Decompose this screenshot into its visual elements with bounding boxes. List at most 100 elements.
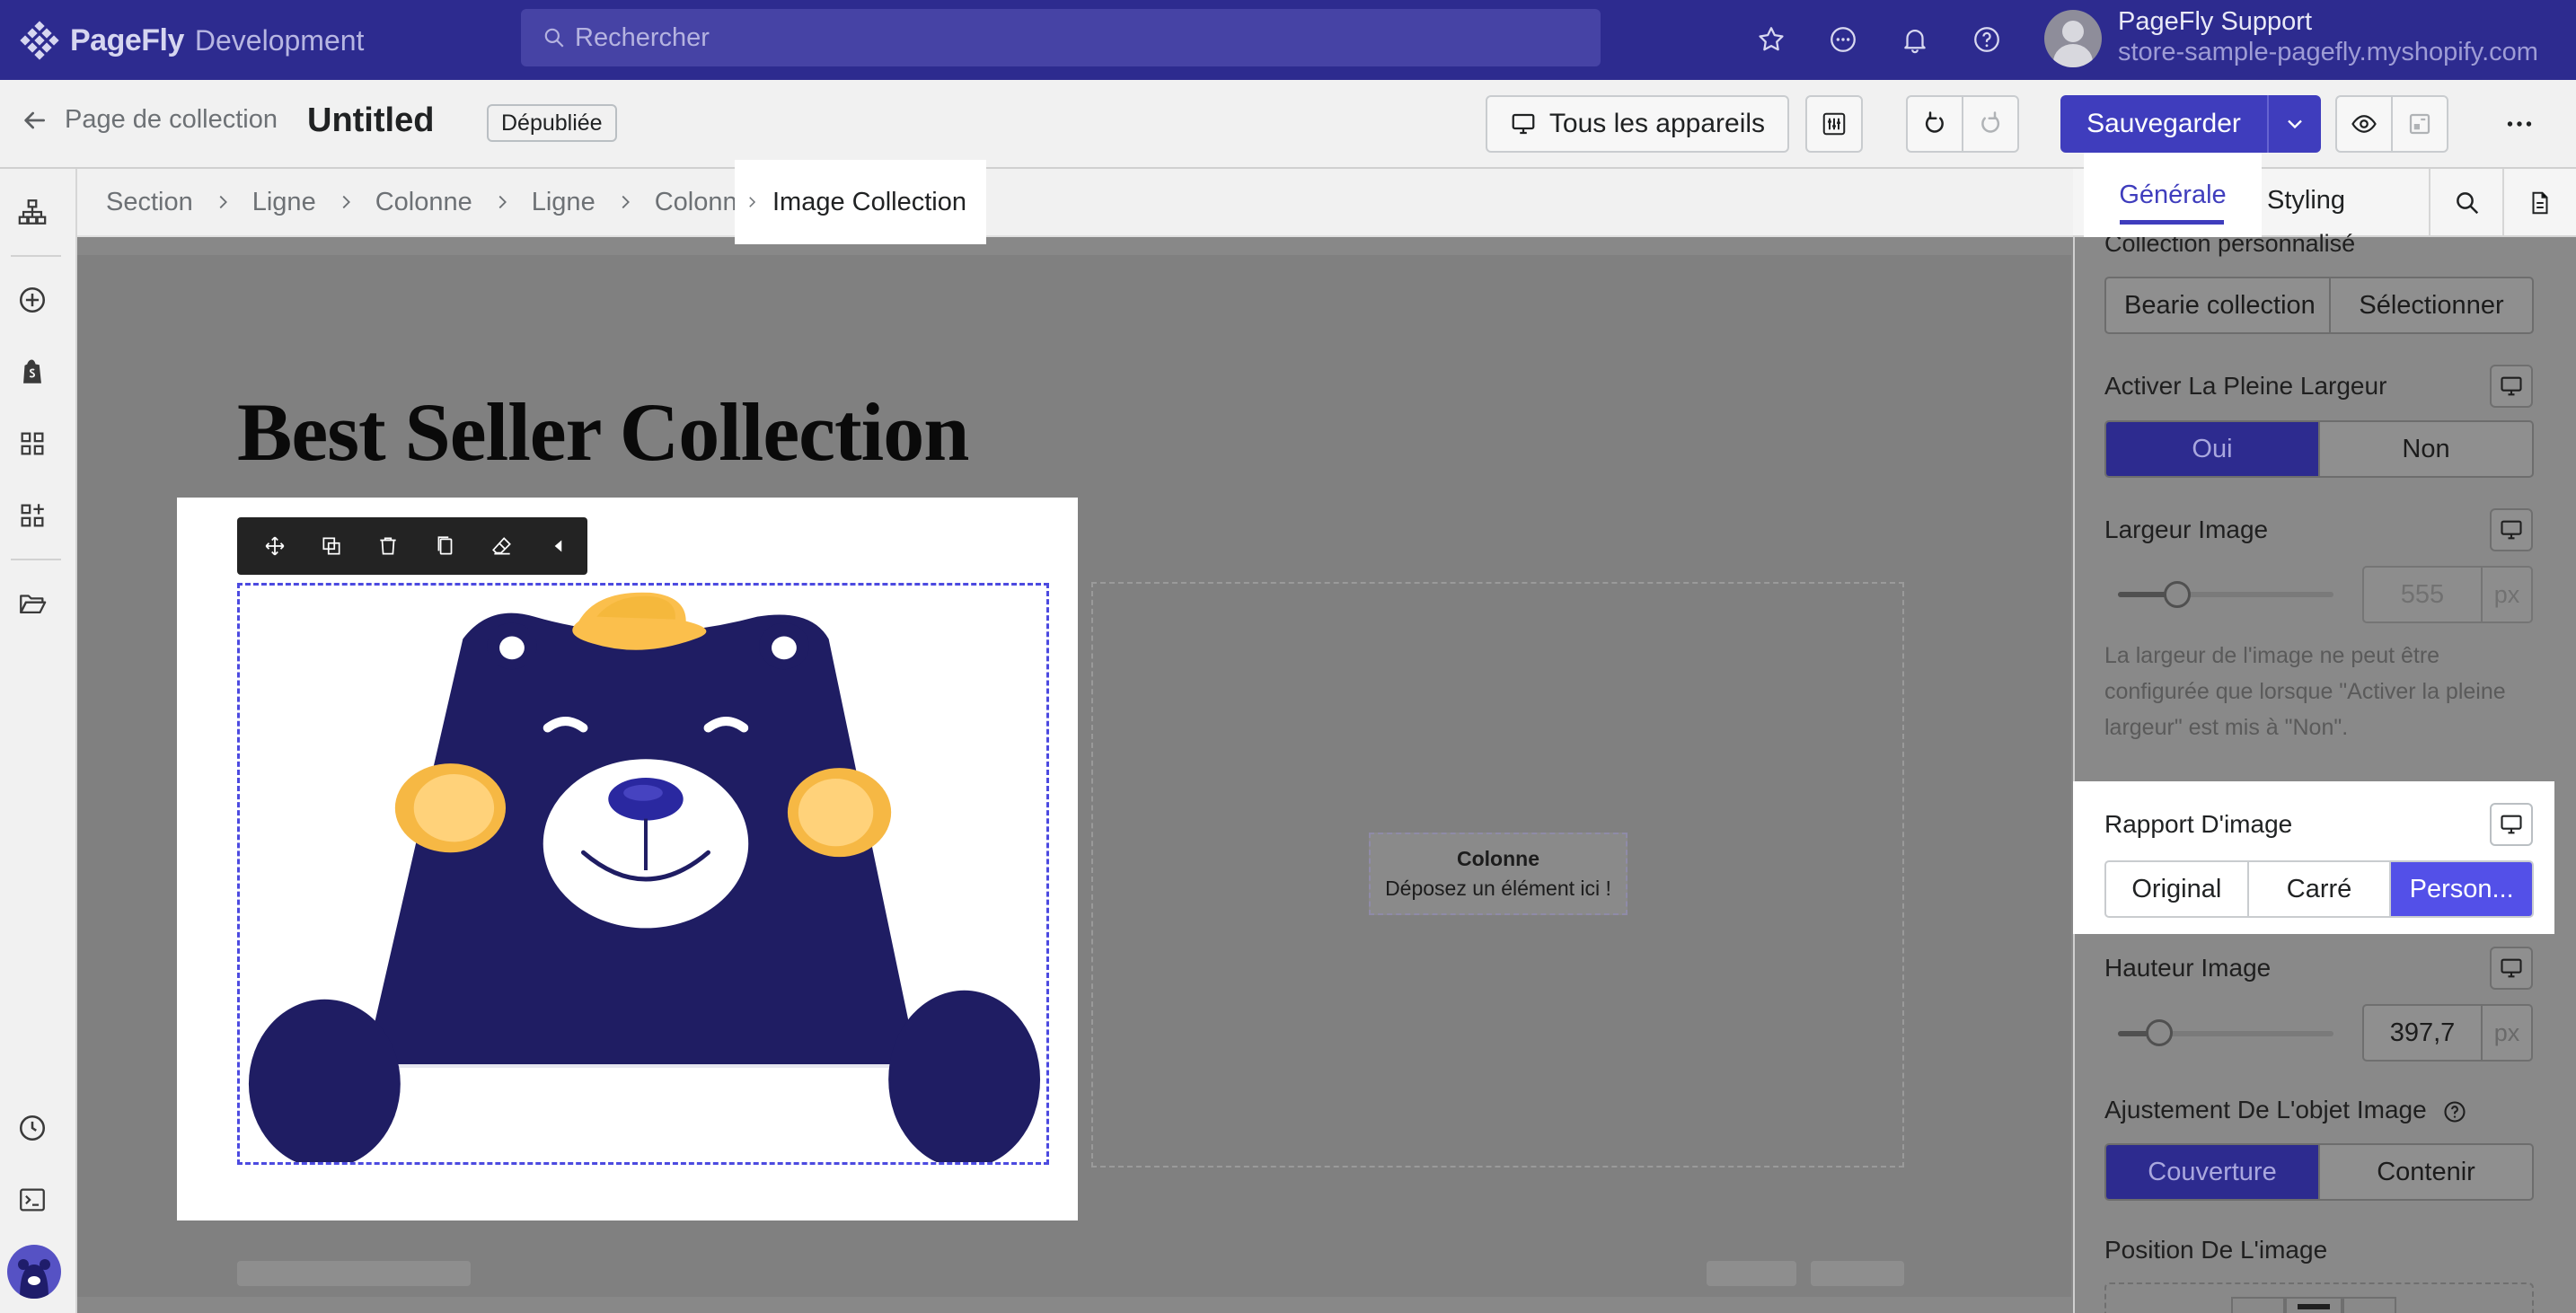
ratio-square[interactable]: Carré — [2249, 862, 2392, 916]
undo-icon — [1925, 111, 1944, 133]
status-badge: Dépubliée — [487, 104, 617, 142]
image-width-label: Largeur Image — [2104, 516, 2269, 543]
copy-icon — [437, 536, 453, 555]
user-avatar[interactable] — [2044, 10, 2102, 67]
save-dropdown-button[interactable] — [2267, 95, 2321, 153]
history-button[interactable] — [14, 1110, 50, 1146]
duplicate-button[interactable] — [303, 517, 359, 575]
favorites-button[interactable] — [1751, 20, 1791, 59]
copy-button[interactable] — [417, 517, 473, 575]
code-button[interactable] — [14, 1182, 50, 1218]
device-toggle-button[interactable] — [2490, 365, 2533, 408]
breadcrumb: Section Ligne Colonne Ligne Colonne — [77, 169, 2073, 237]
page-settings-button[interactable] — [2522, 185, 2558, 221]
apps-button[interactable] — [14, 498, 50, 533]
move-button[interactable] — [246, 517, 303, 575]
image-width-field[interactable]: px — [2362, 566, 2533, 623]
ratio-original[interactable]: Original — [2106, 862, 2249, 916]
column-drop-zone[interactable]: Colonne Déposez un élément ici ! — [1369, 833, 1628, 915]
inspector-search-button[interactable] — [2449, 185, 2485, 221]
fit-cover[interactable]: Couverture — [2106, 1145, 2320, 1199]
position-option-selected[interactable] — [2285, 1297, 2342, 1313]
breadcrumb-item[interactable]: Colonne — [375, 188, 472, 217]
back-link[interactable]: Page de collection — [20, 105, 278, 135]
rail-divider — [11, 255, 61, 257]
fit-contain[interactable]: Contenir — [2320, 1145, 2532, 1199]
select-collection-button[interactable]: Sélectionner — [2331, 278, 2532, 332]
image-width-unit: px — [2481, 568, 2531, 621]
footer-placeholder — [1811, 1261, 1904, 1286]
terminal-icon — [20, 1188, 45, 1212]
device-toggle-button[interactable] — [2490, 508, 2533, 551]
chat-icon — [1831, 27, 1856, 52]
preview-button[interactable] — [2335, 95, 2393, 153]
desktop-icon — [2501, 376, 2522, 396]
shopify-icon — [23, 359, 41, 383]
image-height-field[interactable]: px — [2362, 1004, 2533, 1062]
save-button[interactable]: Sauvegarder — [2060, 95, 2267, 153]
image-width-slider-handle[interactable] — [2164, 581, 2191, 608]
device-toggle-button[interactable] — [2490, 803, 2533, 846]
mascot-avatar[interactable] — [7, 1245, 61, 1299]
chat-button[interactable] — [1823, 20, 1863, 59]
bear-icon — [18, 1259, 50, 1299]
publish-button[interactable] — [2391, 95, 2448, 153]
back-label: Page de collection — [65, 105, 278, 134]
collection-value[interactable]: Bearie collection — [2106, 278, 2331, 332]
settings-button[interactable] — [1805, 95, 1863, 153]
eraser-icon — [492, 537, 511, 555]
avatar-body — [2053, 44, 2093, 67]
user-store[interactable]: store-sample-pagefly.myshopify.com — [2118, 38, 2538, 67]
ellipsis-icon — [2507, 121, 2532, 127]
image-height-slider-handle[interactable] — [2146, 1019, 2173, 1046]
breadcrumb-item[interactable]: Section — [106, 188, 193, 217]
document-icon — [2532, 191, 2548, 215]
device-toggle-button[interactable] — [2490, 947, 2533, 990]
tab-general[interactable]: Générale — [2084, 153, 2262, 237]
position-option[interactable] — [2342, 1297, 2396, 1313]
more-actions-button[interactable] — [2488, 95, 2551, 153]
delete-button[interactable] — [360, 517, 417, 575]
add-element-button[interactable] — [14, 282, 50, 318]
sections-button[interactable] — [14, 426, 50, 462]
ratio-custom[interactable]: Person... — [2391, 862, 2532, 916]
brand-name: PageFly — [70, 22, 184, 57]
collapse-icon — [554, 540, 562, 552]
top-bar: PageFly Development PageFly Support stor… — [0, 0, 2576, 80]
collection-heading[interactable]: Best Seller Collection — [237, 384, 969, 480]
breadcrumb-item[interactable]: Ligne — [532, 188, 595, 217]
image-width-input[interactable] — [2364, 568, 2481, 621]
pagefly-logo[interactable]: PageFly Development — [18, 18, 364, 63]
bell-icon — [1904, 30, 1926, 54]
shopify-button[interactable] — [14, 354, 50, 390]
files-button[interactable] — [14, 586, 50, 621]
help-icon[interactable] — [2442, 1099, 2467, 1124]
device-selector[interactable]: Tous les appareils — [1486, 95, 1789, 153]
full-width-yes[interactable]: Oui — [2106, 422, 2320, 476]
undo-button[interactable] — [1906, 95, 1963, 153]
full-width-no[interactable]: Non — [2320, 422, 2532, 476]
tab-styling[interactable]: Styling — [2267, 186, 2345, 216]
page-title[interactable]: Untitled — [307, 101, 434, 140]
search-bar[interactable] — [521, 9, 1601, 66]
breadcrumb-active-item[interactable]: Image Collection — [735, 160, 986, 244]
position-option[interactable] — [2231, 1297, 2285, 1313]
device-selector-label: Tous les appareils — [1548, 109, 1766, 138]
redo-button[interactable] — [1962, 95, 2019, 153]
collection-image[interactable] — [237, 583, 1049, 1165]
search-icon — [2457, 192, 2479, 215]
desktop-icon — [2501, 958, 2522, 978]
notifications-button[interactable] — [1895, 20, 1935, 59]
help-button[interactable] — [1967, 20, 2007, 59]
search-input[interactable] — [575, 22, 1601, 53]
chevron-right-icon — [213, 192, 233, 212]
user-name[interactable]: PageFly Support — [2118, 7, 2312, 37]
column-hint: Déposez un élément ici ! — [1385, 877, 1611, 900]
arrow-left-icon — [24, 111, 45, 128]
image-height-input[interactable] — [2364, 1006, 2481, 1060]
clear-style-button[interactable] — [473, 517, 530, 575]
grid-icon — [21, 432, 44, 455]
breadcrumb-item[interactable]: Ligne — [252, 188, 316, 217]
collapse-button[interactable] — [531, 517, 587, 575]
sitemap-button[interactable] — [14, 194, 50, 230]
